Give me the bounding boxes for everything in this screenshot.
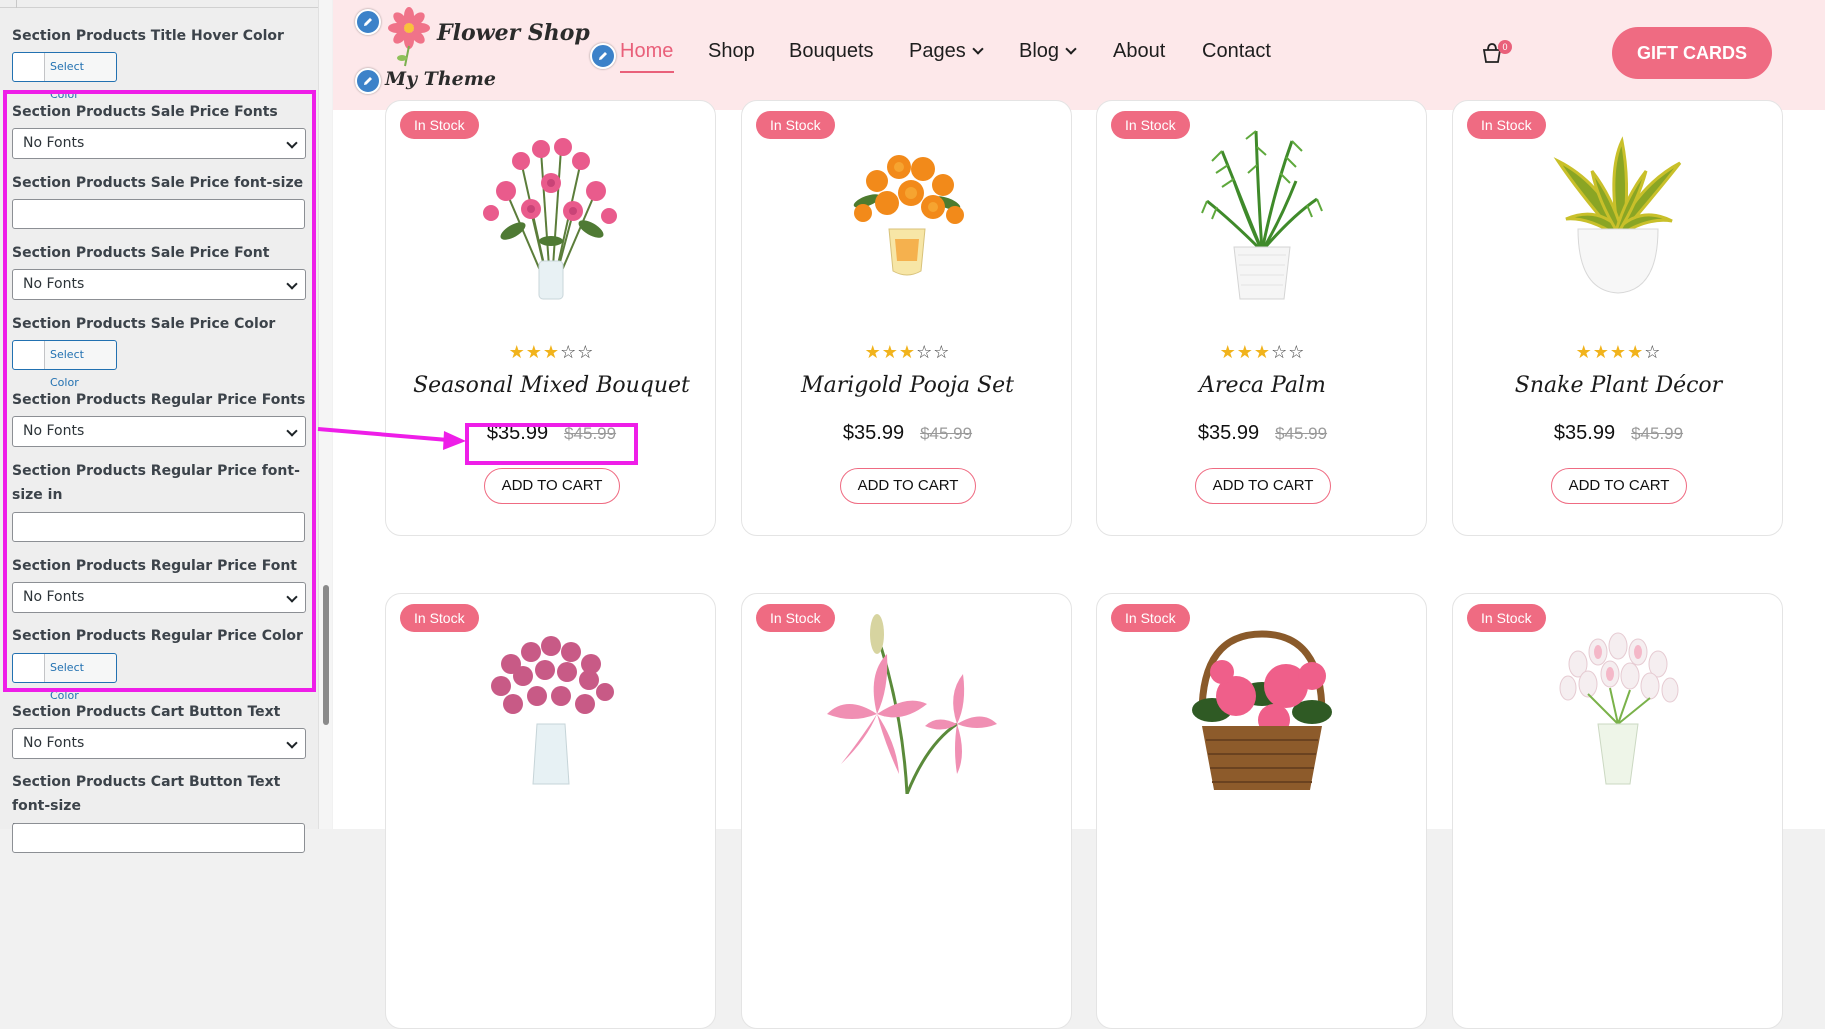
snake-plant-pot-image[interactable] bbox=[1518, 121, 1718, 301]
product-card[interactable]: In Stock bbox=[385, 593, 716, 1029]
nav-blog[interactable]: Blog bbox=[1019, 40, 1077, 63]
gift-cards-button[interactable]: GIFT CARDS bbox=[1612, 27, 1772, 79]
nav-about[interactable]: About bbox=[1113, 40, 1165, 63]
chevron-down-icon bbox=[972, 43, 984, 55]
edit-shortcut-pencil-icon[interactable] bbox=[590, 43, 616, 69]
site-tagline: My Theme bbox=[385, 68, 496, 90]
marigold-vase-image[interactable] bbox=[807, 121, 1007, 301]
product-card[interactable]: In Stock ★★★★☆ Snake Plant Décor $35.99 $… bbox=[1452, 100, 1783, 536]
chevron-down-icon bbox=[1065, 43, 1077, 55]
roses-vase-image[interactable] bbox=[451, 614, 651, 794]
pink-roses-vase-image[interactable] bbox=[451, 121, 651, 301]
product-price: $35.99 $45.99 bbox=[1097, 422, 1428, 445]
sale-price: $35.99 bbox=[842, 422, 905, 444]
chevron-down-icon bbox=[286, 737, 298, 749]
regular-price: $45.99 bbox=[920, 424, 973, 443]
edit-shortcut-pencil-icon[interactable] bbox=[355, 68, 381, 94]
cart-button-font-size-input[interactable] bbox=[12, 823, 305, 853]
add-to-cart-button[interactable]: ADD TO CART bbox=[1195, 468, 1331, 504]
site-title[interactable]: Flower Shop bbox=[437, 20, 590, 46]
areca-palm-pot-image[interactable] bbox=[1162, 121, 1362, 301]
product-card[interactable]: In Stock bbox=[1096, 593, 1427, 1029]
product-title[interactable]: Seasonal Mixed Bouquet bbox=[386, 373, 717, 398]
highlight-box-product-price bbox=[465, 423, 638, 465]
product-card[interactable]: In Stock ★★★☆☆ Areca Palm $35.99 $45.99 A… bbox=[1096, 100, 1427, 536]
sidebar-scrollbar[interactable] bbox=[318, 0, 332, 829]
nav-bouquets[interactable]: Bouquets bbox=[789, 40, 874, 63]
rose-basket-image[interactable] bbox=[1162, 614, 1362, 794]
scrollbar-thumb[interactable] bbox=[323, 585, 329, 725]
rating-stars: ★★★★☆ bbox=[1575, 342, 1662, 363]
add-to-cart-button[interactable]: ADD TO CART bbox=[484, 468, 620, 504]
nav-active-underline bbox=[620, 71, 674, 73]
rating-stars: ★★★☆☆ bbox=[508, 342, 595, 363]
rating-stars: ★★★☆☆ bbox=[864, 342, 951, 363]
title-hover-color-picker[interactable]: Select Color bbox=[12, 52, 117, 101]
sale-price: $35.99 bbox=[1553, 422, 1616, 444]
sidebar-top-strip bbox=[0, 0, 318, 8]
product-card[interactable]: In Stock bbox=[741, 593, 1072, 1029]
product-title[interactable]: Snake Plant Décor bbox=[1453, 373, 1784, 398]
site-header: Flower Shop My Theme Home Shop Bouquets … bbox=[333, 0, 1825, 110]
product-card[interactable]: In Stock ★★★☆☆ Seasonal Mixed Bouquet $3… bbox=[385, 100, 716, 536]
site-preview: Flower Shop My Theme Home Shop Bouquets … bbox=[333, 0, 1825, 1029]
nav-pages[interactable]: Pages bbox=[909, 40, 984, 63]
rating-stars: ★★★☆☆ bbox=[1219, 342, 1306, 363]
flower-logo-icon bbox=[388, 7, 430, 67]
regular-price: $45.99 bbox=[1275, 424, 1328, 443]
product-price: $35.99 $45.99 bbox=[742, 422, 1073, 445]
field-label-title-hover-color: Section Products Title Hover Color bbox=[12, 28, 284, 44]
product-card[interactable]: In Stock bbox=[1452, 593, 1783, 1029]
white-tulips-vase-image[interactable] bbox=[1518, 614, 1718, 794]
product-card[interactable]: In Stock ★★★☆☆ Marigold Pooja Set $35.99… bbox=[741, 100, 1072, 536]
product-title[interactable]: Areca Palm bbox=[1097, 373, 1428, 398]
cart-button-fonts-select[interactable]: No Fonts bbox=[12, 728, 306, 759]
add-to-cart-button[interactable]: ADD TO CART bbox=[840, 468, 976, 504]
regular-price: $45.99 bbox=[1631, 424, 1684, 443]
nav-home[interactable]: Home bbox=[620, 40, 673, 63]
product-price: $35.99 $45.99 bbox=[1453, 422, 1784, 445]
add-to-cart-button[interactable]: ADD TO CART bbox=[1551, 468, 1687, 504]
cart-count-badge: 0 bbox=[1498, 40, 1512, 54]
nav-contact[interactable]: Contact bbox=[1202, 40, 1271, 63]
pink-lilies-image[interactable] bbox=[807, 614, 1007, 794]
product-title[interactable]: Marigold Pooja Set bbox=[742, 373, 1073, 398]
nav-shop[interactable]: Shop bbox=[708, 40, 755, 63]
color-swatch bbox=[13, 53, 45, 81]
highlight-box-customizer-fields bbox=[3, 90, 316, 692]
edit-shortcut-pencil-icon[interactable] bbox=[355, 9, 381, 35]
sale-price: $35.99 bbox=[1197, 422, 1260, 444]
